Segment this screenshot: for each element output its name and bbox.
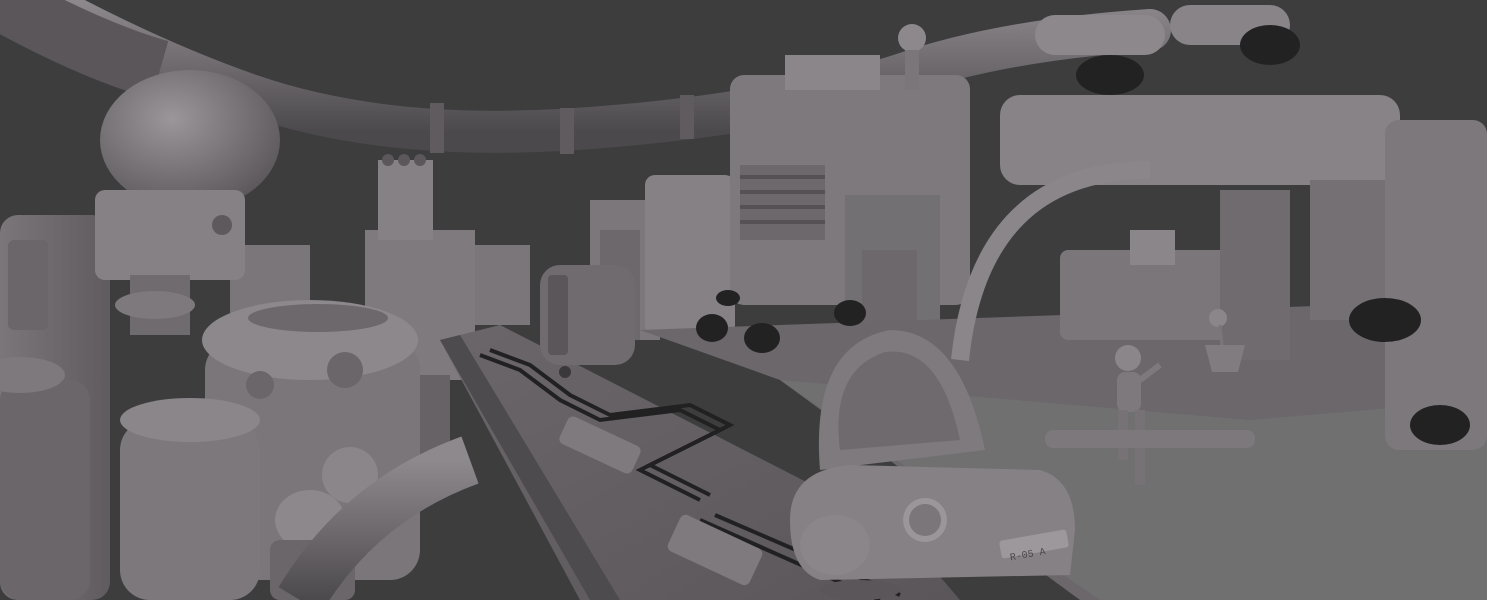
floating-pod	[540, 265, 635, 378]
clay-render-scene: R-05 A	[0, 0, 1487, 600]
scene-svg: R-05 A	[0, 0, 1487, 600]
